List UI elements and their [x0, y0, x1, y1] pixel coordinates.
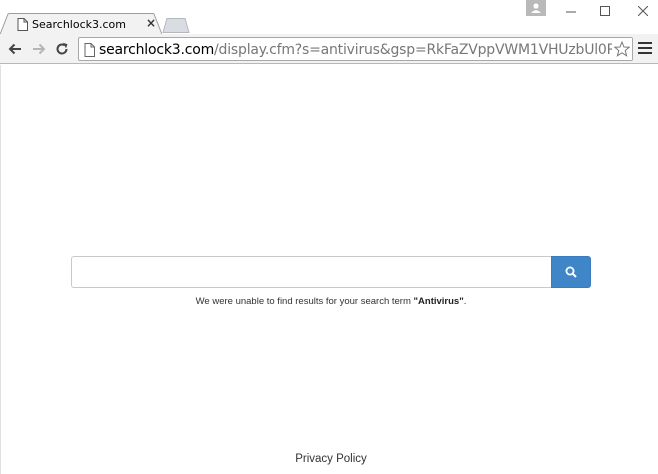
close-icon — [638, 6, 648, 16]
minimize-button[interactable] — [552, 0, 590, 22]
reload-icon — [56, 42, 68, 55]
page-icon — [17, 18, 28, 31]
tab-close-button[interactable]: × — [145, 16, 157, 30]
person-icon — [531, 3, 541, 13]
browser-toolbar: searchlock3.com/display.cfm?s=antivirus&… — [0, 34, 658, 64]
reload-button[interactable] — [53, 40, 71, 58]
page-content: We were unable to find results for your … — [0, 65, 658, 474]
back-button[interactable] — [6, 40, 24, 58]
maximize-icon — [600, 6, 610, 16]
window-edge — [0, 65, 1, 474]
title-bar: Searchlock3.com × — [0, 0, 658, 35]
hamburger-menu-icon[interactable] — [638, 42, 652, 56]
forward-button[interactable] — [30, 40, 48, 58]
search-button[interactable] — [551, 256, 591, 288]
no-results-prefix: We were unable to find results for your … — [195, 296, 414, 307]
new-tab-button[interactable] — [162, 18, 190, 33]
url-host: searchlock3.com — [99, 42, 215, 58]
close-window-button[interactable] — [624, 0, 658, 22]
menu-bar-line — [638, 42, 652, 44]
search-input[interactable] — [71, 256, 551, 288]
url-text[interactable]: searchlock3.com/display.cfm?s=antivirus&… — [99, 41, 632, 59]
search-term: "Antivirus" — [413, 296, 464, 307]
address-bar[interactable]: searchlock3.com/display.cfm?s=antivirus&… — [78, 37, 633, 61]
back-arrow-icon — [8, 43, 21, 55]
search-icon — [565, 266, 577, 278]
search-form — [71, 256, 591, 288]
no-results-message: We were unable to find results for your … — [0, 296, 658, 307]
forward-arrow-icon — [33, 43, 46, 55]
minimize-icon — [566, 11, 576, 13]
profile-button[interactable] — [526, 0, 546, 16]
maximize-button[interactable] — [586, 0, 624, 22]
bookmark-button[interactable] — [612, 38, 632, 60]
tab-title: Searchlock3.com — [32, 18, 126, 31]
privacy-policy-link[interactable]: Privacy Policy — [0, 453, 658, 465]
menu-bar-line — [638, 47, 652, 49]
menu-bar-line — [638, 52, 652, 54]
url-path: /display.cfm?s=antivirus&gsp=RkFaZVppVWM… — [214, 42, 632, 58]
page-info-icon[interactable] — [84, 43, 95, 57]
bookmark-star-icon — [614, 41, 630, 57]
no-results-suffix: . — [463, 296, 467, 307]
